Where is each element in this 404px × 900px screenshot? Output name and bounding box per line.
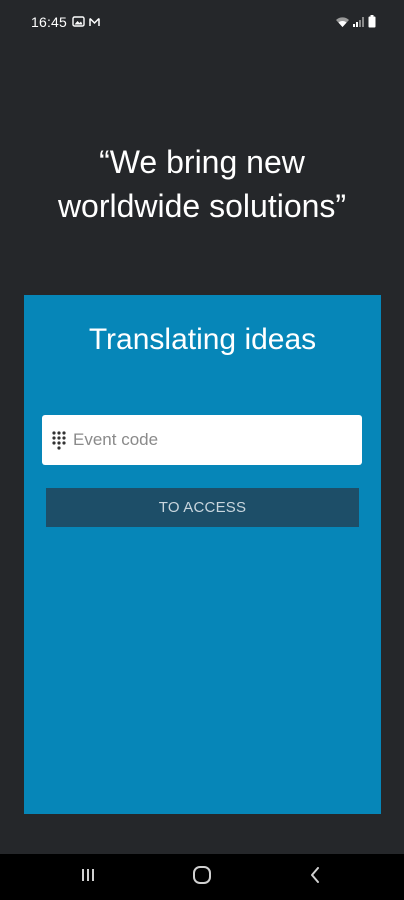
- tagline-quote: “We bring new worldwide solutions”: [0, 140, 404, 228]
- access-button[interactable]: TO ACCESS: [46, 488, 359, 527]
- card-title: Translating ideas: [88, 323, 317, 356]
- tagline-line-2: worldwide solutions”: [57, 188, 347, 224]
- home-icon: [192, 865, 212, 890]
- event-code-input[interactable]: [73, 417, 343, 463]
- back-button[interactable]: [285, 854, 345, 900]
- system-nav-bar: [0, 854, 404, 900]
- dialpad-icon: [49, 428, 69, 452]
- signal-icon: [353, 16, 365, 28]
- recent-apps-button[interactable]: [58, 854, 118, 900]
- status-notification-icons: [72, 16, 100, 27]
- event-code-field[interactable]: [42, 415, 362, 465]
- mail-notification-icon: [89, 17, 100, 27]
- recent-apps-icon: [80, 867, 96, 888]
- app-screen: 16:45 “We bring new worldwide solutions”…: [0, 0, 404, 900]
- status-bar: 16:45: [0, 0, 404, 44]
- home-button[interactable]: [172, 854, 232, 900]
- wifi-icon: [335, 16, 350, 28]
- tagline-line-1: “We bring new: [99, 144, 305, 180]
- battery-icon: [368, 15, 376, 28]
- gallery-notification-icon: [72, 16, 85, 27]
- back-icon: [309, 866, 321, 888]
- status-time: 16:45: [31, 14, 68, 30]
- status-system-icons: [335, 15, 376, 28]
- access-card: Translating ideas TO ACCESS: [24, 295, 381, 814]
